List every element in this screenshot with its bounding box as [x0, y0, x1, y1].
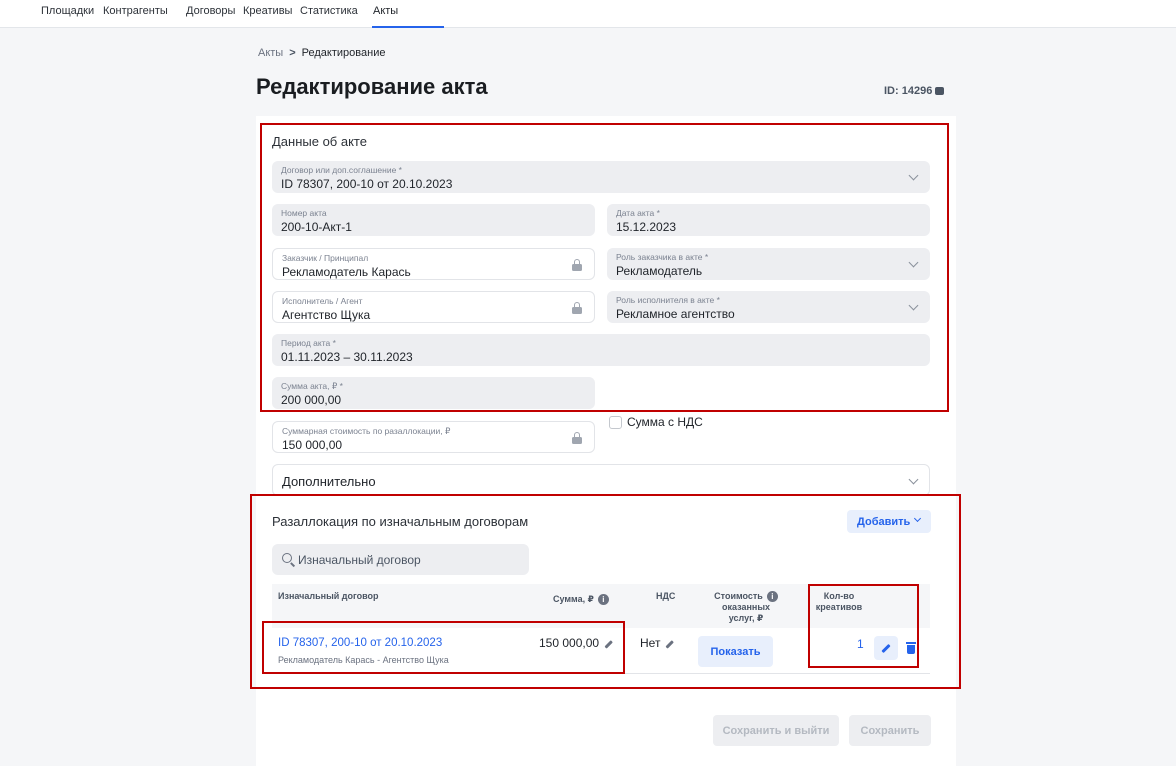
vat-checkbox[interactable]: [609, 416, 622, 429]
breadcrumb-separator: >: [289, 47, 296, 59]
vat-checkbox-label[interactable]: Сумма с НДС: [627, 415, 703, 429]
reallocation-total-field: Суммарная стоимость по разаллокации, ₽ 1…: [272, 421, 595, 453]
highlight-creatives-column: [808, 584, 919, 668]
nav-item-creatives[interactable]: Креативы: [243, 5, 292, 17]
save-button[interactable]: Сохранить: [849, 715, 931, 746]
highlight-act-data: [260, 123, 949, 412]
breadcrumb: Акты > Редактирование: [258, 47, 385, 59]
breadcrumb-current: Редактирование: [301, 47, 386, 59]
nav-item-acts[interactable]: Акты: [373, 5, 398, 17]
page-title: Редактирование акта: [256, 74, 488, 99]
nav-item-statistics[interactable]: Статистика: [300, 5, 358, 17]
additional-accordion[interactable]: Дополнительно: [272, 464, 930, 496]
top-navigation: Площадки Контрагенты Договоры Креативы С…: [0, 0, 1176, 28]
highlight-contract-cell: [262, 621, 625, 674]
reallocation-total-label: Суммарная стоимость по разаллокации, ₽: [282, 426, 451, 436]
nav-item-counterparties[interactable]: Контрагенты: [103, 5, 168, 17]
lock-icon: [572, 432, 584, 444]
breadcrumb-parent[interactable]: Акты: [258, 47, 283, 59]
act-id-text: ID: 14296: [884, 85, 933, 97]
copy-icon[interactable]: [935, 87, 945, 95]
act-id: ID: 14296: [884, 85, 945, 97]
nav-item-platforms[interactable]: Площадки: [41, 5, 94, 17]
reallocation-total-value: 150 000,00: [282, 438, 343, 452]
nav-active-underline: [372, 26, 444, 28]
additional-label: Дополнительно: [282, 474, 376, 489]
nav-item-contracts[interactable]: Договоры: [186, 5, 235, 17]
save-and-exit-button[interactable]: Сохранить и выйти: [713, 715, 839, 746]
chevron-down-icon: [908, 474, 919, 485]
